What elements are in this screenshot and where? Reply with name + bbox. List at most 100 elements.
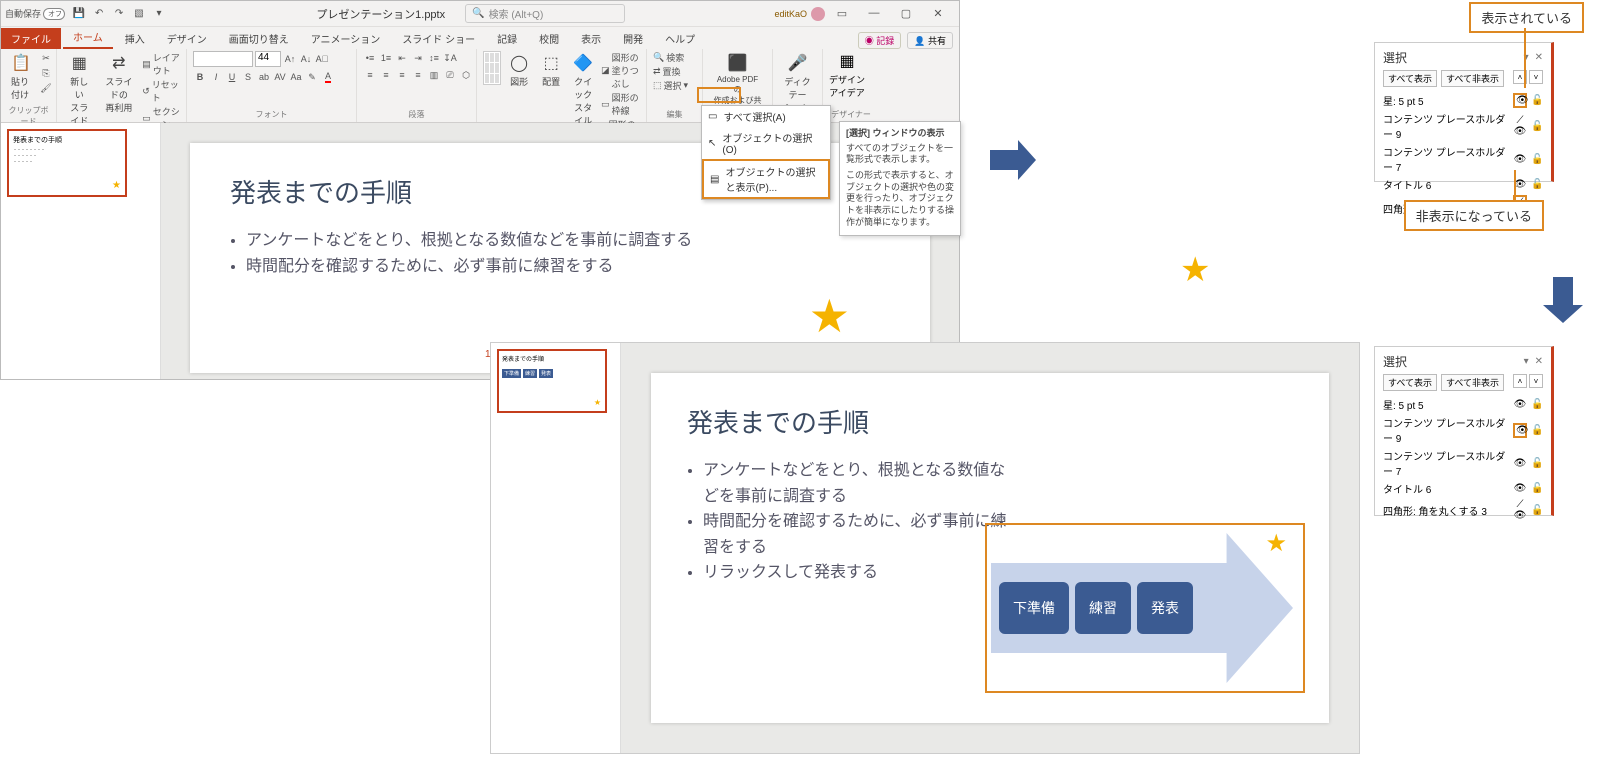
lock-icon[interactable]: 🔓: [1531, 505, 1543, 516]
eye-hidden-icon[interactable]: ⟋👁: [1513, 499, 1527, 521]
step-box-2[interactable]: 練習: [1075, 582, 1131, 634]
show-all-button[interactable]: すべて表示: [1383, 374, 1437, 391]
hide-all-button[interactable]: すべて非表示: [1441, 70, 1504, 87]
sel-item-ph9[interactable]: コンテンツ プレースホルダー 9 👁 🔓: [1383, 415, 1543, 445]
reuse-slides-button[interactable]: ⇄ スライドの 再利用: [100, 51, 139, 116]
justify-icon[interactable]: ≡: [411, 68, 425, 82]
eye-icon[interactable]: 👁: [1513, 93, 1527, 108]
align-left-icon[interactable]: ≡: [363, 68, 377, 82]
sel-item-star[interactable]: 星: 5 pt 5 👁 🔓: [1383, 93, 1543, 108]
tab-transitions[interactable]: 画面切り替え: [219, 28, 299, 49]
cut-icon[interactable]: ✂: [39, 51, 53, 65]
lock-icon[interactable]: 🔓: [1531, 425, 1543, 436]
numbering-icon[interactable]: 1≡: [379, 51, 393, 65]
lock-icon[interactable]: 🔓: [1531, 95, 1543, 106]
taskpane-close-icon[interactable]: ✕: [1535, 356, 1543, 367]
undo-icon[interactable]: ↶: [91, 6, 107, 22]
sel-item-ph7[interactable]: コンテンツ プレースホルダー 7 👁 🔓: [1383, 448, 1543, 478]
new-slide-button[interactable]: ▦ 新しい スライド: [63, 51, 96, 129]
lock-icon[interactable]: 🔓: [1531, 121, 1543, 132]
tab-developer[interactable]: 開発: [613, 28, 653, 49]
layout-button[interactable]: ▤ レイアウト: [142, 51, 180, 77]
account-button[interactable]: editKaO: [774, 7, 825, 21]
spacing-icon[interactable]: AV: [273, 70, 287, 84]
shapes-gallery[interactable]: [483, 51, 501, 85]
align-right-icon[interactable]: ≡: [395, 68, 409, 82]
autosave[interactable]: 自動保存 オフ: [5, 7, 65, 20]
shape-outline-button[interactable]: ▭ 図形の枠線: [601, 91, 640, 117]
align-center-icon[interactable]: ≡: [379, 68, 393, 82]
replace-button[interactable]: ⇄ 置換: [653, 65, 688, 78]
shrink-font-icon[interactable]: A↓: [299, 52, 313, 66]
tab-record[interactable]: 記録: [487, 28, 527, 49]
eye-hidden-icon[interactable]: ⟋👁: [1513, 115, 1527, 137]
sel-item-title6[interactable]: タイトル 6 👁 🔓: [1383, 177, 1543, 192]
close-icon[interactable]: ✕: [927, 7, 949, 20]
text-direction-icon[interactable]: ↧A: [443, 51, 457, 65]
lock-icon[interactable]: 🔓: [1531, 483, 1543, 494]
strike-icon[interactable]: S: [241, 70, 255, 84]
sel-item-star[interactable]: 星: 5 pt 5 👁 🔓: [1383, 397, 1543, 412]
lock-icon[interactable]: 🔓: [1531, 399, 1543, 410]
maximize-icon[interactable]: ▢: [895, 7, 917, 20]
tab-slideshow[interactable]: スライド ショー: [392, 28, 485, 49]
qat-more-icon[interactable]: ▾: [151, 6, 167, 22]
highlight-icon[interactable]: ✎: [305, 70, 319, 84]
slide-thumbnail-2[interactable]: 発表までの手順 下準備 練習 発表 ★: [497, 349, 607, 413]
sel-item-title6[interactable]: タイトル 6 👁 🔓: [1383, 481, 1543, 496]
select-button[interactable]: ⬚ 選択 ▾: [653, 79, 688, 92]
indent-dec-icon[interactable]: ⇤: [395, 51, 409, 65]
record-button[interactable]: ◉ 記録: [858, 32, 902, 49]
tab-insert[interactable]: 挿入: [115, 28, 155, 49]
underline-icon[interactable]: U: [225, 70, 239, 84]
autosave-toggle[interactable]: オフ: [43, 8, 65, 20]
sel-item-ph7[interactable]: コンテンツ プレースホルダー 7 👁 🔓: [1383, 144, 1543, 174]
bring-forward-icon[interactable]: ˄: [1513, 374, 1527, 388]
star-shape[interactable]: ★: [809, 289, 850, 343]
ribbon-options-icon[interactable]: ▭: [831, 7, 853, 20]
slideshow-icon[interactable]: ▧: [131, 6, 147, 22]
grow-font-icon[interactable]: A↑: [283, 52, 297, 66]
shape-fill-button[interactable]: ◪ 図形の塗りつぶし: [601, 51, 640, 90]
star-shape[interactable]: ★: [1265, 529, 1287, 558]
send-backward-icon[interactable]: ˅: [1529, 374, 1543, 388]
shadow-icon[interactable]: ab: [257, 70, 271, 84]
redo-icon[interactable]: ↷: [111, 6, 127, 22]
save-icon[interactable]: 💾: [71, 6, 87, 22]
select-all-item[interactable]: ▭すべて選択(A): [702, 106, 830, 127]
slide-thumbnail-1[interactable]: 発表までの手順 ・・・・・・・・・・・・・・・・・・・ ★: [7, 129, 127, 197]
eye-icon[interactable]: 👁: [1513, 399, 1527, 410]
align-text-icon[interactable]: ⎚: [443, 68, 457, 82]
show-all-button[interactable]: すべて表示: [1383, 70, 1437, 87]
tab-file[interactable]: ファイル: [1, 28, 61, 49]
copy-icon[interactable]: ⎘: [39, 66, 53, 80]
indent-inc-icon[interactable]: ⇥: [411, 51, 425, 65]
find-button[interactable]: 🔍 検索: [653, 51, 688, 64]
sel-item-rounded-rect[interactable]: 四角形: 角を丸くする 3 ⟋👁 🔓: [1383, 499, 1543, 521]
sel-item-ph9[interactable]: コンテンツ プレースホルダー 9 ⟋👁 🔓: [1383, 111, 1543, 141]
selection-pane-item[interactable]: ▤オブジェクトの選択と表示(P)...: [702, 159, 830, 199]
italic-icon[interactable]: I: [209, 70, 223, 84]
columns-icon[interactable]: ▥: [427, 68, 441, 82]
tab-home[interactable]: ホーム: [63, 26, 113, 49]
bold-icon[interactable]: B: [193, 70, 207, 84]
bullets-icon[interactable]: •≡: [363, 51, 377, 65]
lock-icon[interactable]: 🔓: [1531, 154, 1543, 165]
slide-2[interactable]: 発表までの手順 アンケートなどをとり、根拠となる数値などを事前に調査する 時間配…: [651, 373, 1329, 723]
shapes-button[interactable]: ◯図形: [505, 51, 533, 90]
tab-animations[interactable]: アニメーション: [301, 28, 391, 49]
hide-all-button[interactable]: すべて非表示: [1441, 374, 1504, 391]
line-spacing-icon[interactable]: ↕≡: [427, 51, 441, 65]
step-box-3[interactable]: 発表: [1137, 582, 1193, 634]
design-ideas-button[interactable]: ▦ デザイン アイデア: [829, 51, 865, 99]
reset-button[interactable]: ↺ リセット: [142, 78, 180, 104]
case-icon[interactable]: Aa: [289, 70, 303, 84]
lock-icon[interactable]: 🔓: [1531, 458, 1543, 469]
smartart-icon[interactable]: ⬡: [459, 68, 473, 82]
lock-icon[interactable]: 🔓: [1531, 179, 1543, 190]
eye-icon[interactable]: 👁: [1513, 458, 1527, 469]
search-box[interactable]: 🔍 検索 (Alt+Q): [465, 4, 625, 23]
share-button[interactable]: 👤 共有: [907, 32, 953, 49]
taskpane-dropdown-icon[interactable]: ▾: [1524, 356, 1529, 367]
send-backward-icon[interactable]: ˅: [1529, 70, 1543, 84]
